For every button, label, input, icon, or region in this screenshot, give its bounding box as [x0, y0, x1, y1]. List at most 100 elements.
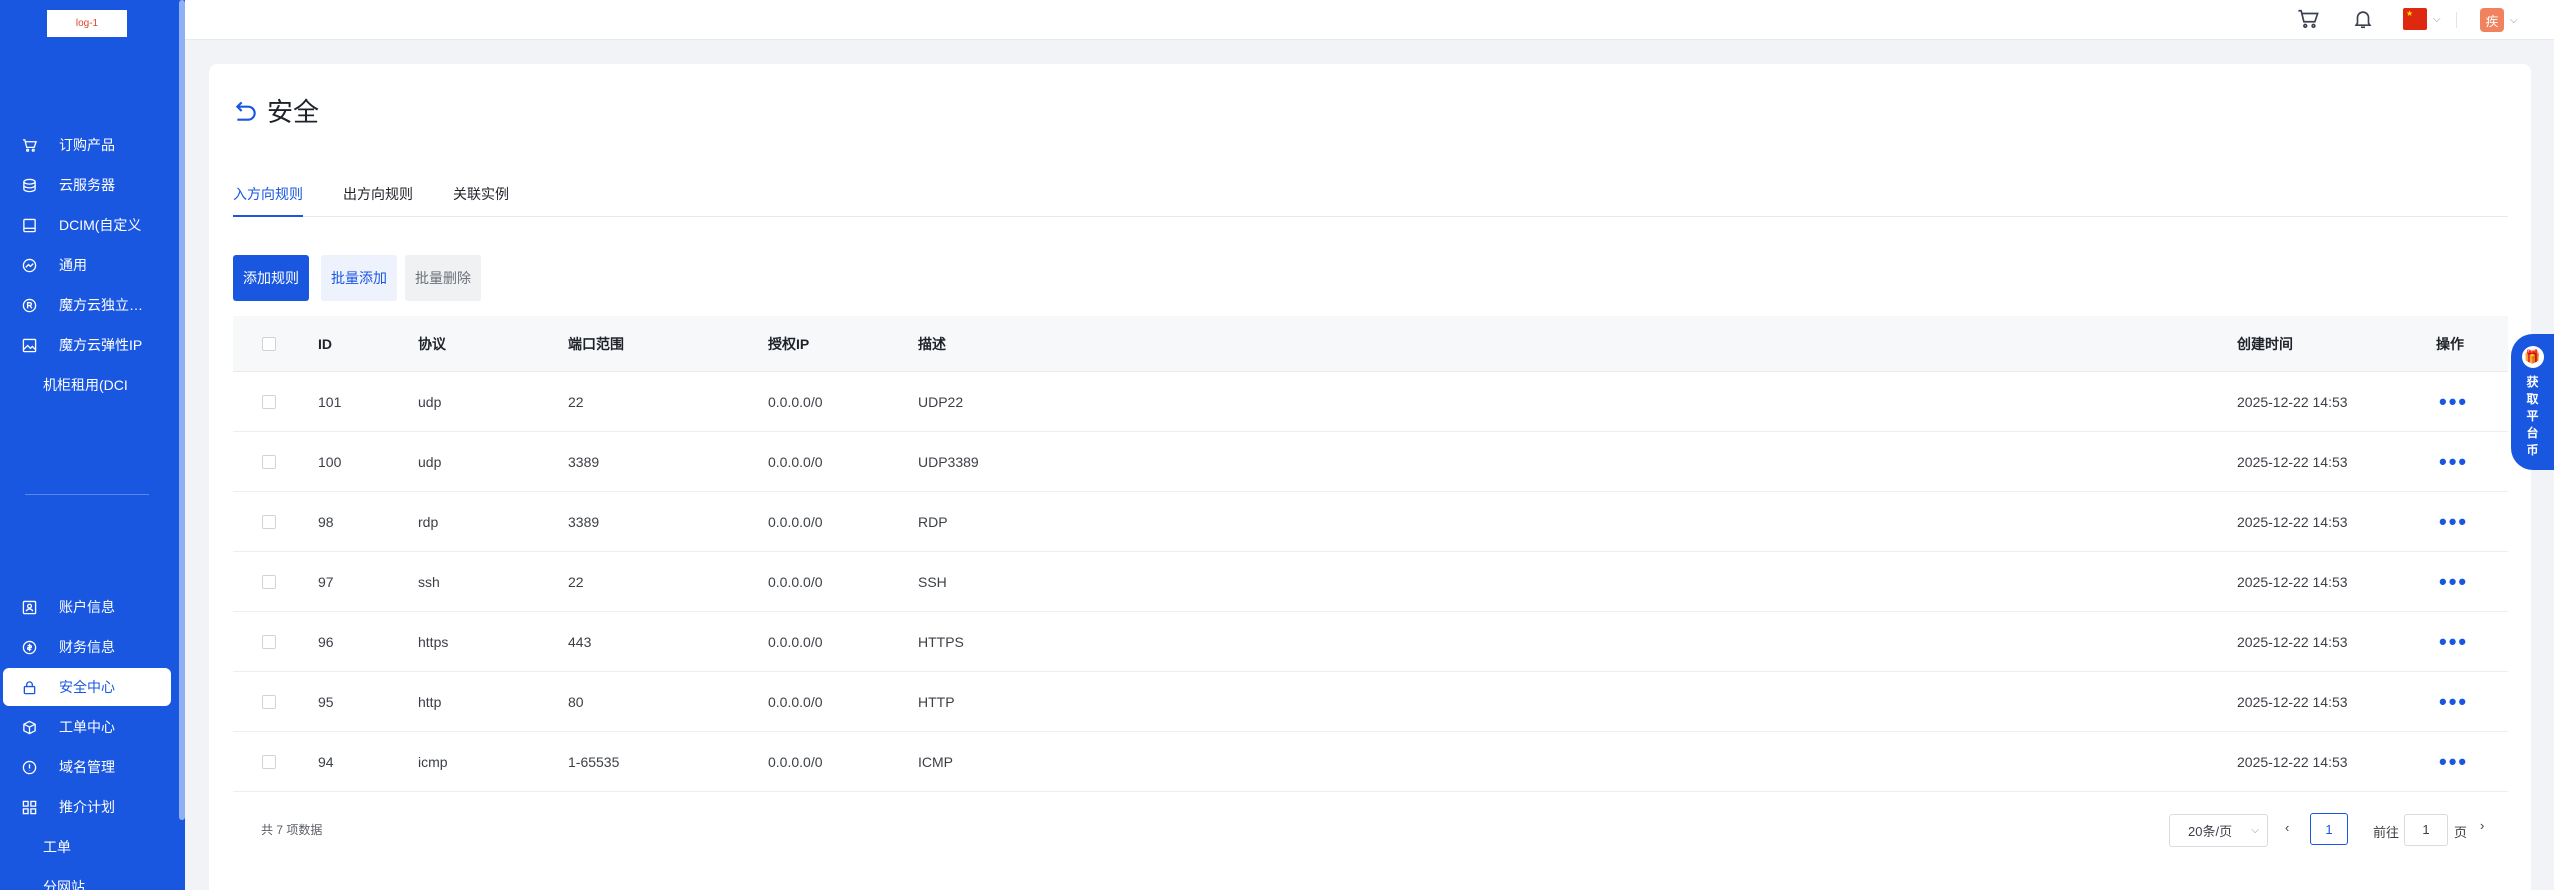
page-size-select[interactable]: 20条/页 ⌵: [2169, 814, 2268, 847]
back-arrow-icon[interactable]: [233, 98, 259, 124]
table-header: ID 协议 端口范围 授权IP 描述 创建时间 操作: [233, 316, 2508, 372]
sidebar-item-label: 推介计划: [59, 799, 115, 815]
bell-icon[interactable]: [2352, 8, 2374, 30]
tab-outbound[interactable]: 出方向规则: [343, 180, 413, 217]
user-menu[interactable]: 疾 ⌵: [2480, 8, 2518, 32]
more-actions-icon[interactable]: •••: [2439, 372, 2468, 431]
cell-created: 2025-12-22 14:53: [2237, 633, 2348, 650]
more-actions-icon[interactable]: •••: [2439, 552, 2468, 611]
sidebar-item-security[interactable]: 安全中心: [3, 668, 171, 706]
goto-page-input[interactable]: 1: [2404, 814, 2448, 846]
sidebar-item-finance[interactable]: 财务信息: [0, 628, 172, 666]
sidebar-item-label: 魔方云弹性IP: [59, 337, 143, 353]
table-row: 98 rdp 3389 0.0.0.0/0 RDP 2025-12-22 14:53 •••: [233, 492, 2508, 552]
more-actions-icon[interactable]: •••: [2439, 612, 2468, 671]
cell-port: 22: [568, 573, 584, 590]
header-protocol: 协议: [418, 335, 446, 352]
cell-id: 96: [318, 633, 334, 650]
cart-icon: [22, 138, 37, 153]
more-actions-icon[interactable]: •••: [2439, 672, 2468, 731]
page-title: 安全: [267, 97, 320, 127]
sidebar-scrollbar[interactable]: [179, 0, 185, 820]
widget-char: 获: [2526, 375, 2539, 389]
cart-icon[interactable]: [2297, 8, 2319, 30]
cell-created: 2025-12-22 14:53: [2237, 513, 2348, 530]
cell-created: 2025-12-22 14:53: [2237, 573, 2348, 590]
sidebar-item-label: 工单中心: [59, 719, 115, 735]
sidebar-item-elastic-ip[interactable]: 魔方云弹性IP: [0, 326, 172, 364]
stack-icon: [22, 178, 37, 193]
cell-ip: 0.0.0.0/0: [768, 573, 823, 590]
cell-port: 443: [568, 633, 592, 650]
chevron-down-icon: ⌵: [2251, 825, 2259, 836]
user-card-icon: [22, 600, 37, 615]
row-checkbox[interactable]: [262, 694, 276, 709]
language-selector[interactable]: ⌵: [2403, 8, 2441, 30]
row-checkbox[interactable]: [262, 634, 276, 649]
widget-char: 币: [2526, 443, 2539, 457]
row-checkbox[interactable]: [262, 574, 276, 589]
logo[interactable]: log-1: [47, 10, 127, 37]
page-size-value: 20条/页: [2188, 824, 2233, 839]
cell-ip: 0.0.0.0/0: [768, 693, 823, 710]
widget-char: 取: [2526, 392, 2539, 406]
chevron-down-icon: ⌵: [2433, 13, 2441, 25]
add-rule-button[interactable]: 添加规则: [233, 255, 309, 301]
sidebar-item-subsite[interactable]: 分网站: [0, 868, 172, 890]
more-actions-icon[interactable]: •••: [2439, 492, 2468, 551]
row-checkbox[interactable]: [262, 454, 276, 469]
sidebar-item-account[interactable]: 账户信息: [0, 588, 172, 626]
widget-char: 平: [2526, 409, 2539, 423]
content-card: 安全 入方向规则 出方向规则 关联实例 添加规则 批量添加 批量删除 ID 协议…: [209, 64, 2531, 890]
cell-port: 80: [568, 693, 584, 710]
rules-table: ID 协议 端口范围 授权IP 描述 创建时间 操作 101 udp 22 0.0.0…: [233, 316, 2508, 792]
sidebar-item-order[interactable]: 订购产品: [0, 126, 172, 164]
header-desc: 描述: [918, 335, 946, 352]
tab-inbound[interactable]: 入方向规则: [233, 180, 303, 217]
next-page-icon[interactable]: ›: [2480, 818, 2484, 833]
sidebar-item-label: 工单: [43, 839, 71, 855]
select-all-checkbox[interactable]: [262, 336, 276, 351]
sidebar: log-1 订购产品 云服务器 DCIM(自定义 通用 魔方云独立… 魔方云弹性…: [0, 0, 185, 890]
cell-ip: 0.0.0.0/0: [768, 393, 823, 410]
page-suffix: 页: [2454, 825, 2468, 840]
sidebar-item-label: 云服务器: [59, 177, 115, 193]
get-coins-widget[interactable]: 🎁 获 取 平 台 币: [2511, 334, 2554, 470]
total-count: 共 7 项数据: [261, 823, 323, 837]
row-checkbox[interactable]: [262, 754, 276, 769]
table-row: 94 icmp 1-65535 0.0.0.0/0 ICMP 2025-12-22 14:…: [233, 732, 2508, 792]
table-body: 101 udp 22 0.0.0.0/0 UDP22 2025-12-22 14:53 ••…: [233, 372, 2508, 792]
sidebar-item-domain[interactable]: 域名管理: [0, 748, 172, 786]
cell-desc: RDP: [918, 513, 948, 530]
registered-icon: [22, 298, 37, 313]
row-checkbox[interactable]: [262, 394, 276, 409]
sidebar-item-cloud-server[interactable]: 云服务器: [0, 166, 172, 204]
sidebar-item-referral[interactable]: 推介计划: [0, 788, 172, 826]
image-icon: [22, 338, 37, 353]
sidebar-item-label: 域名管理: [59, 759, 115, 775]
header-port: 端口范围: [568, 335, 624, 352]
sidebar-item-mofang-cloud[interactable]: 魔方云独立…: [0, 286, 172, 324]
page-title-row: 安全: [233, 92, 319, 129]
batch-delete-button[interactable]: 批量删除: [405, 255, 481, 301]
more-actions-icon[interactable]: •••: [2439, 732, 2468, 791]
chevron-down-icon: ⌵: [2510, 14, 2518, 26]
sidebar-item-cabinet[interactable]: 机柜租用(DCI: [0, 366, 172, 404]
sidebar-item-general[interactable]: 通用: [0, 246, 172, 284]
row-checkbox[interactable]: [262, 514, 276, 529]
sidebar-item-label: 通用: [59, 257, 87, 273]
page-number-current[interactable]: 1: [2310, 813, 2348, 845]
sidebar-item-label: 账户信息: [59, 599, 115, 615]
cell-protocol: rdp: [418, 513, 439, 530]
sidebar-item-dcim[interactable]: DCIM(自定义: [0, 206, 172, 244]
chart-icon: [22, 258, 37, 273]
cell-ip: 0.0.0.0/0: [768, 513, 823, 530]
tab-instances[interactable]: 关联实例: [453, 180, 509, 217]
sidebar-item-ticket[interactable]: 工单: [0, 828, 172, 866]
more-actions-icon[interactable]: •••: [2439, 432, 2468, 491]
sidebar-item-ticket-center[interactable]: 工单中心: [0, 708, 172, 746]
batch-add-button[interactable]: 批量添加: [321, 255, 397, 301]
sidebar-item-label: 魔方云独立…: [59, 297, 143, 313]
prev-page-icon[interactable]: ‹: [2285, 820, 2289, 835]
widget-char: 台: [2526, 426, 2539, 440]
